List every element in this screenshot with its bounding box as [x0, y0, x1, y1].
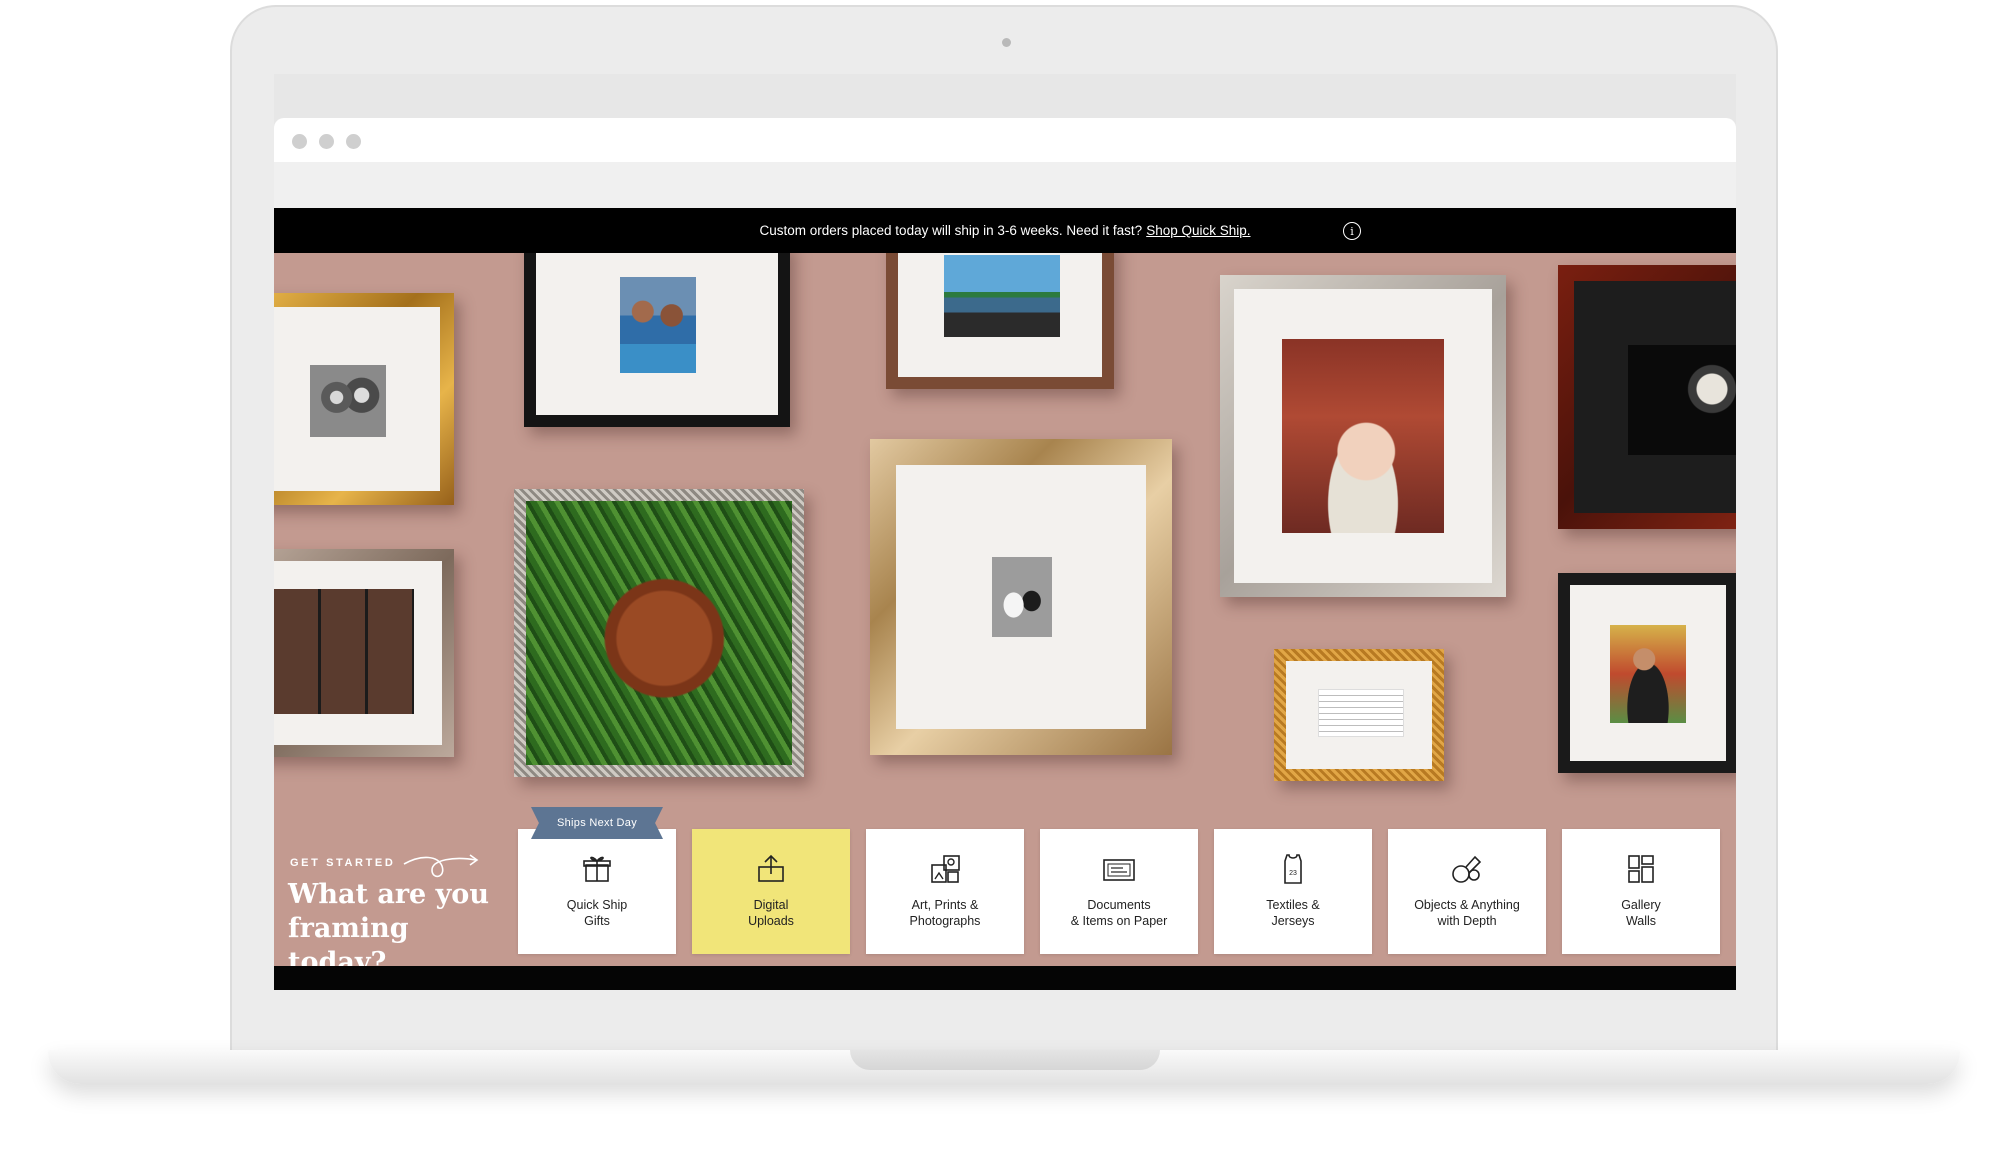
card-digital-uploads[interactable]: Digital Uploads	[692, 829, 850, 954]
card-label: Quick Ship Gifts	[566, 898, 628, 928]
photo-baby-high-chair	[1282, 339, 1444, 533]
info-icon[interactable]: i	[1343, 222, 1361, 240]
photo-mountain-summit	[944, 255, 1060, 337]
shop-quick-ship-link[interactable]: Shop Quick Ship.	[1146, 223, 1250, 238]
document-icon	[1103, 859, 1135, 881]
photo-puppy-in-grass	[526, 501, 792, 765]
card-art-prints-photographs[interactable]: Art, Prints & Photographs	[866, 829, 1024, 954]
photo-white-flower	[1628, 345, 1736, 455]
card-label: Art, Prints & Photographs	[909, 898, 981, 928]
photo-wedding-couple	[992, 557, 1052, 637]
card-label: Textiles & Jerseys	[1266, 898, 1320, 928]
announcement-text: Custom orders placed today will ship in …	[759, 223, 1143, 238]
announcement-bar: Custom orders placed today will ship in …	[274, 208, 1736, 253]
photo-two-women-color	[620, 277, 696, 373]
card-textiles-jerseys[interactable]: 23 Textiles & Jerseys	[1214, 829, 1372, 954]
frame-gold-bamboo	[274, 293, 454, 505]
browser-toolbar	[274, 118, 1736, 162]
jersey-number: 23	[1289, 870, 1297, 877]
frame-black-portrait	[1558, 573, 1736, 773]
photo-couple-portrait	[1610, 625, 1686, 723]
window-close-dot[interactable]	[292, 134, 307, 149]
photo-video-call-grid	[274, 589, 414, 714]
frame-gold-large	[870, 439, 1172, 755]
photo-two-women-bw	[310, 365, 386, 437]
card-label: Digital Uploads	[748, 898, 794, 928]
frame-ornate-gold	[1274, 649, 1444, 781]
hero-bottom-strip	[274, 966, 1736, 990]
laptop-screen: Custom orders placed today will ship in …	[274, 74, 1736, 990]
gift-icon	[583, 856, 611, 882]
frame-wood-collage	[274, 549, 454, 757]
frame-beaded-silver	[514, 489, 804, 777]
window-zoom-dot[interactable]	[346, 134, 361, 149]
frame-black-top	[524, 253, 790, 427]
card-quick-ship-gifts[interactable]: Ships Next Day Quick Ship Gifts	[518, 807, 676, 954]
frame-silver-baby	[1220, 275, 1506, 597]
frame-brown-summit	[886, 253, 1114, 389]
camera-dot	[1002, 38, 1011, 47]
get-started-eyebrow: GET STARTED	[290, 857, 396, 869]
objects-icon	[1452, 855, 1482, 883]
card-label: Documents & Items on Paper	[1070, 898, 1168, 928]
card-label: Objects & Anything with Depth	[1414, 898, 1520, 928]
ships-next-day-badge: Ships Next Day	[531, 807, 663, 839]
upload-icon	[758, 854, 784, 882]
laptop-notch	[850, 1050, 1160, 1070]
window-minimize-dot[interactable]	[319, 134, 334, 149]
gallery-wall-icon	[1628, 855, 1654, 883]
browser-address-area	[274, 162, 1736, 208]
photos-icon	[931, 855, 960, 883]
card-label: Gallery Walls	[1621, 898, 1661, 928]
hero-gallery-wall: GET STARTED What are you framing today? …	[274, 253, 1736, 966]
card-objects-with-depth[interactable]: Objects & Anything with Depth	[1388, 829, 1546, 954]
card-gallery-walls[interactable]: Gallery Walls	[1562, 829, 1720, 954]
hero-title: What are you framing today?	[288, 879, 489, 966]
card-documents-items-on-paper[interactable]: Documents & Items on Paper	[1040, 829, 1198, 954]
frame-mahogany-flower	[1558, 265, 1736, 529]
jersey-icon: 23	[1284, 854, 1302, 884]
photo-tweet-printout	[1318, 689, 1404, 737]
